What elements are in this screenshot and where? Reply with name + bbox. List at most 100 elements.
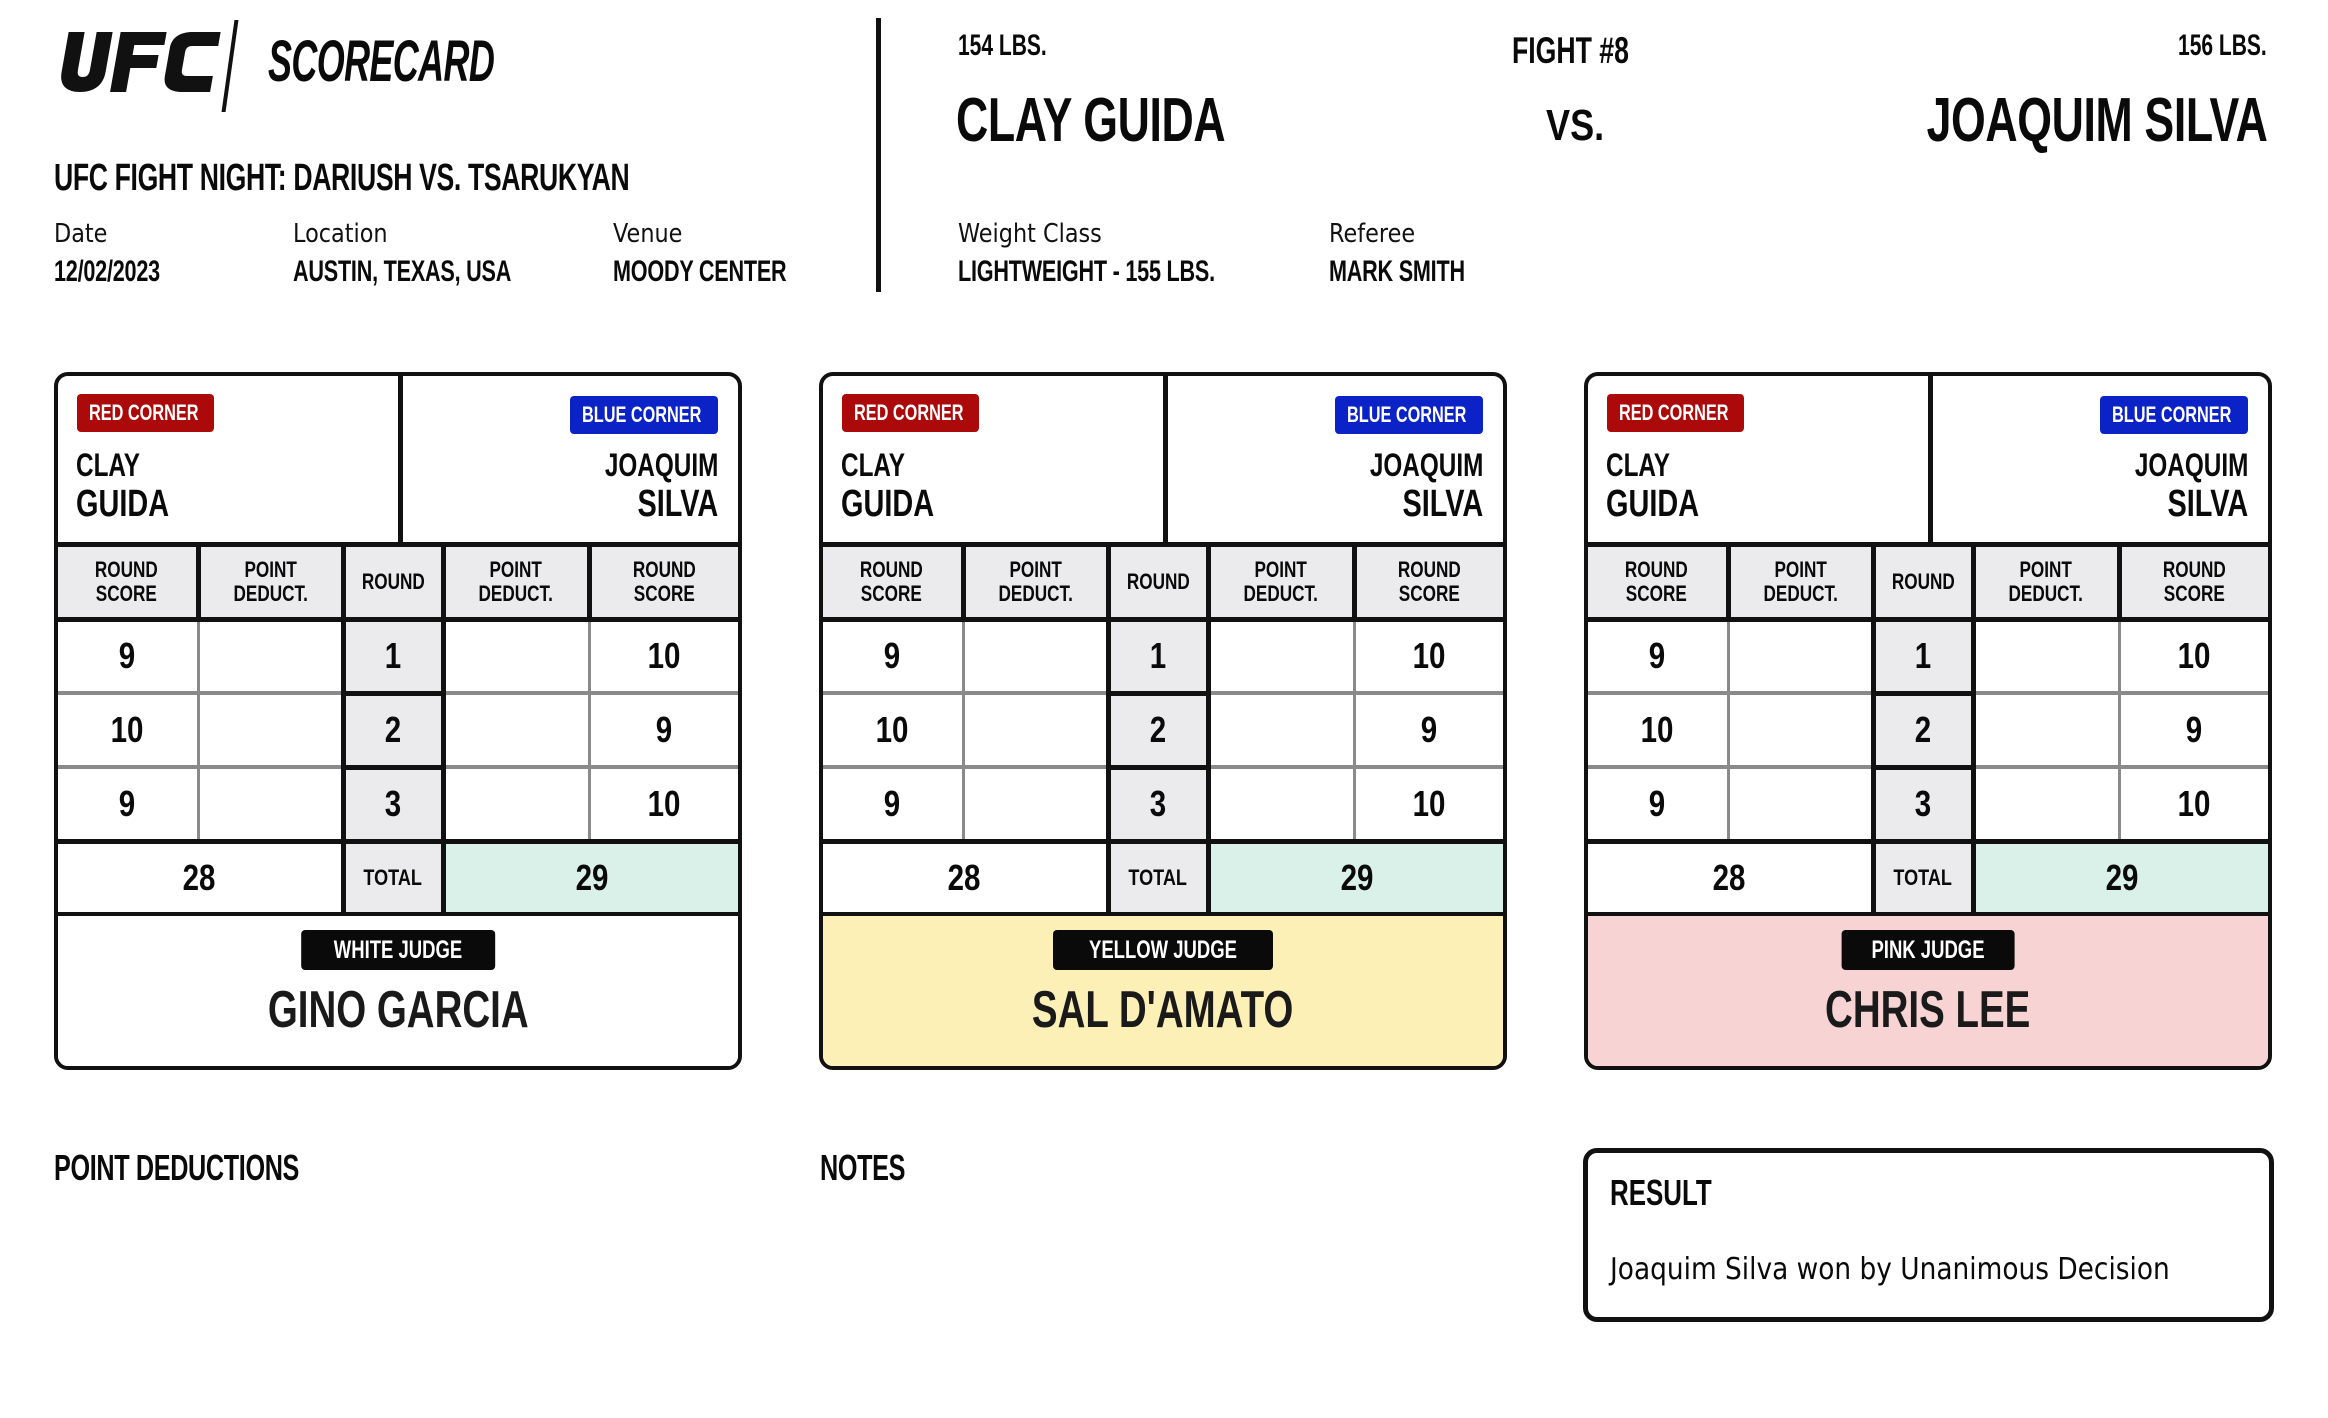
round-number: 3	[340, 767, 446, 844]
blue-first-name: JOAQUIM	[1369, 447, 1483, 483]
total-row: 28 TOTAL 29	[58, 841, 738, 917]
round-number: 3	[1105, 767, 1211, 844]
red-fighter-name: CLAY GUIDA	[956, 86, 1226, 155]
blue-total: 29	[1973, 841, 2268, 917]
versus-label: VS.	[1546, 101, 1605, 150]
red-fighter-weight: 154 LBS.	[958, 29, 1047, 62]
blue-point-deduct	[1973, 693, 2119, 769]
judge-badge: PINK JUDGE	[1841, 930, 2015, 970]
round-row: 9 1 10	[58, 619, 738, 696]
round-number: 1	[1870, 619, 1976, 696]
blue-first-name: JOAQUIM	[604, 447, 718, 483]
blue-fighter-weight: 156 LBS.	[2178, 29, 2267, 62]
round-number: 1	[340, 619, 446, 696]
round-row: 10 2 9	[823, 693, 1503, 770]
score-table-header: ROUND SCORE POINT DEDUCT. ROUND POINT DE…	[1588, 547, 2268, 622]
red-round-score: 9	[1588, 767, 1728, 844]
judge-name: GINO GARCIA	[267, 981, 529, 1039]
blue-point-deduct	[443, 619, 589, 695]
judge-scorecard-2: RED CORNER BLUE CORNER CLAY GUIDA JOAQUI…	[819, 372, 1507, 1070]
red-round-score: 9	[58, 767, 198, 844]
point-deductions-heading: POINT DEDUCTIONS	[54, 1147, 300, 1188]
round-row: 9 3 10	[1588, 767, 2268, 844]
judge-name: SAL D'AMATO	[1032, 981, 1294, 1039]
judge-name: CHRIS LEE	[1825, 981, 2031, 1039]
blue-point-deduct-header: POINT DEDUCT.	[1970, 547, 2119, 622]
red-round-score: 10	[823, 693, 963, 769]
red-point-deduct	[196, 693, 343, 769]
blue-round-score-header: ROUND SCORE	[2116, 547, 2268, 622]
blue-round-score: 10	[2117, 619, 2268, 695]
total-row: 28 TOTAL 29	[1588, 841, 2268, 917]
red-point-deduct	[1726, 693, 1873, 769]
venue-value: MOODY CENTER	[613, 255, 787, 288]
red-round-score: 9	[823, 619, 963, 695]
red-first-name: CLAY	[76, 447, 140, 483]
red-round-score-header: ROUND SCORE	[1588, 547, 1728, 622]
venue-label: Venue	[613, 219, 683, 249]
red-point-deduct	[961, 693, 1108, 769]
logo-divider	[221, 20, 239, 112]
fight-number: FIGHT #8	[1512, 30, 1629, 71]
red-first-name: CLAY	[1606, 447, 1670, 483]
blue-point-deduct	[443, 693, 589, 769]
red-point-deduct	[1726, 767, 1873, 844]
judge-footer: PINK JUDGE CHRIS LEE	[1588, 916, 2268, 1066]
blue-round-score: 10	[587, 767, 738, 844]
blue-round-score-header: ROUND SCORE	[1351, 547, 1503, 622]
fighters-header: RED CORNER BLUE CORNER CLAY GUIDA JOAQUI…	[58, 376, 738, 547]
corner-divider	[398, 376, 403, 542]
referee-value: MARK SMITH	[1329, 255, 1465, 288]
ufc-logo	[61, 32, 221, 92]
round-row: 9 3 10	[823, 767, 1503, 844]
header-divider	[876, 18, 881, 292]
blue-round-score: 10	[1352, 767, 1503, 844]
blue-point-deduct	[1208, 693, 1354, 769]
corner-divider	[1928, 376, 1933, 542]
red-point-deduct-header: POINT DEDUCT.	[195, 547, 343, 622]
round-number: 3	[1870, 767, 1976, 844]
location-value: AUSTIN, TEXAS, USA	[293, 255, 512, 288]
round-header: ROUND	[1870, 547, 1973, 622]
judge-badge: WHITE JUDGE	[301, 930, 495, 970]
score-table: ROUND SCORE POINT DEDUCT. ROUND POINT DE…	[58, 547, 738, 917]
blue-total: 29	[443, 841, 738, 917]
notes-heading: NOTES	[820, 1147, 906, 1188]
blue-round-score: 9	[1352, 693, 1503, 769]
blue-last-name: SILVA	[637, 483, 718, 525]
blue-round-score-header: ROUND SCORE	[586, 547, 738, 622]
red-total: 28	[823, 841, 1108, 917]
blue-first-name: JOAQUIM	[2134, 447, 2248, 483]
event-title: UFC FIGHT NIGHT: DARIUSH VS. TSARUKYAN	[54, 157, 630, 199]
red-total: 28	[58, 841, 343, 917]
total-label: TOTAL	[1105, 841, 1211, 917]
score-table-header: ROUND SCORE POINT DEDUCT. ROUND POINT DE…	[823, 547, 1503, 622]
round-row: 9 1 10	[1588, 619, 2268, 696]
red-round-score: 10	[1588, 693, 1728, 769]
blue-point-deduct	[1208, 619, 1354, 695]
score-table-header: ROUND SCORE POINT DEDUCT. ROUND POINT DE…	[58, 547, 738, 622]
blue-corner-badge: BLUE CORNER	[570, 396, 718, 434]
weight-class-label: Weight Class	[958, 219, 1102, 249]
blue-fighter-name: JOAQUIM SILVA	[1926, 86, 2267, 155]
result-text: Joaquim Silva won by Unanimous Decision	[1610, 1252, 2170, 1287]
blue-point-deduct-header: POINT DEDUCT.	[1205, 547, 1354, 622]
blue-point-deduct	[1973, 619, 2119, 695]
red-point-deduct	[961, 619, 1108, 695]
blue-point-deduct	[1973, 767, 2119, 844]
round-number: 2	[1105, 693, 1211, 770]
judge-footer: YELLOW JUDGE SAL D'AMATO	[823, 916, 1503, 1066]
judge-badge: YELLOW JUDGE	[1052, 930, 1274, 970]
blue-total: 29	[1208, 841, 1503, 917]
red-first-name: CLAY	[841, 447, 905, 483]
weight-class-value: LIGHTWEIGHT - 155 LBS.	[958, 255, 1215, 288]
round-number: 1	[1105, 619, 1211, 696]
red-corner-badge: RED CORNER	[1607, 394, 1744, 432]
score-table: ROUND SCORE POINT DEDUCT. ROUND POINT DE…	[1588, 547, 2268, 917]
document-title: SCORECARD	[268, 29, 495, 94]
red-point-deduct	[196, 767, 343, 844]
red-round-score: 9	[1588, 619, 1728, 695]
fighters-header: RED CORNER BLUE CORNER CLAY GUIDA JOAQUI…	[823, 376, 1503, 547]
judge-scorecard-1: RED CORNER BLUE CORNER CLAY GUIDA JOAQUI…	[54, 372, 742, 1070]
blue-corner-badge: BLUE CORNER	[1335, 396, 1483, 434]
